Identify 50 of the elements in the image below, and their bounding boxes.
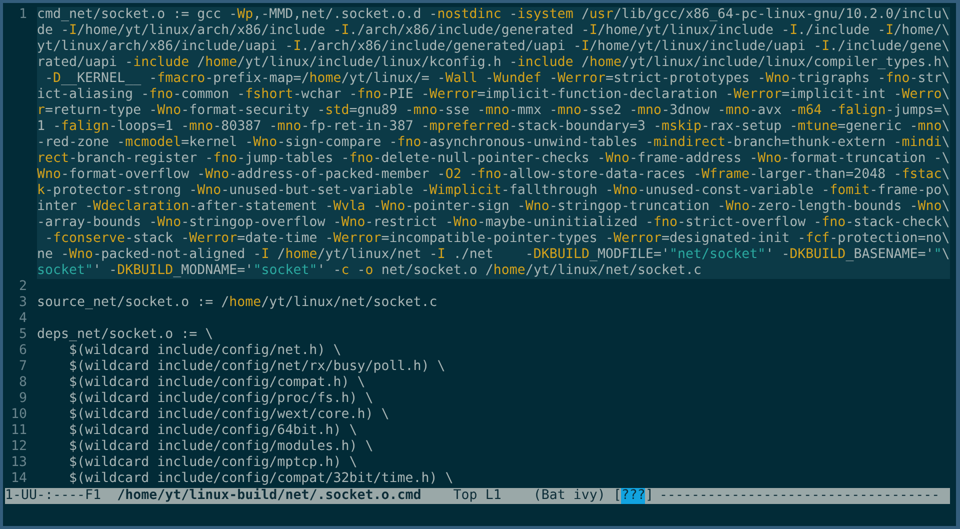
line-number: 14 — [10, 471, 28, 487]
code-text: ict-aliasing -fno-common -fshort-wchar -fno-PIE -Werror=implicit-function-declaration -Werror=implicit-int -Werro\ — [37, 87, 950, 103]
line-number: 12 — [10, 439, 28, 455]
code-text: $(wildcard include/config/wext/core.h) \ — [68, 407, 390, 423]
line-number: 4 — [18, 311, 28, 327]
code-text: source_net/socket.o := /home/yt/linux/net/socket.c — [37, 295, 438, 311]
code-text: k-protector-strong -Wno-unused-but-set-variable -Wimplicit-fallthrough -Wno-unused-const-variable -fomit-frame-po\ — [37, 183, 950, 199]
code-text: $(wildcard include/config/compat/32bit/time.h) \ — [68, 471, 454, 487]
code-text: rect-branch-register -fno-jump-tables -fno-delete-null-pointer-checks -Wno-frame-address -Wno-format-truncation -\ — [37, 151, 950, 167]
code-text: $(wildcard include/config/modules.h) \ — [68, 439, 374, 455]
line-number: 1 — [18, 7, 28, 23]
code-text: $(wildcard include/config/compat.h) \ — [68, 375, 366, 391]
bracket-text: [ — [613, 488, 622, 504]
cursor-position: Top L1 — [453, 488, 502, 504]
line-number: 6 — [18, 343, 28, 359]
code-text: -D__KERNEL__ -fmacro-prefix-map=/home/yt/linux/= -Wall -Wundef -Werror=strict-prototypes -Wno-trigraphs -fno-str\ — [44, 71, 950, 87]
code-text: de -I/home/yt/linux/arch/x86/include -I./arch/x86/include/generated -I/home/yt/linux/include -I./include -I/home/\ — [37, 23, 950, 39]
code-text: -red-zone -mcmodel=kernel -Wno-sign-compare -fno-asynchronous-unwind-tables -mindirect-branch=thunk-extern -mindi\ — [37, 135, 950, 151]
status-tag: ??? — [621, 488, 646, 504]
code-text: cmd_net/socket.o := gcc -Wp,-MMD,net/.socket.o.d -nostdinc -isystem /usr/lib/gcc/x86_64-pc-linux-gnu/10.2.0/inclu\ — [37, 7, 950, 23]
buffer-name: /home/yt/linux-build/net/.socket.o.cmd — [117, 488, 422, 504]
line-number: 7 — [18, 359, 28, 375]
line-number: 8 — [18, 375, 28, 391]
code-text: $(wildcard include/config/mptcp.h) \ — [68, 455, 358, 471]
code-text: r=return-type -Wno-format-security -std=gnu89 -mno-sse -mno-mmx -mno-sse2 -mno-3dnow -mno-avx -m64 -falign-jumps=\ — [37, 103, 950, 119]
code-text: rated/uapi -include /home/yt/linux/include/linux/kconfig.h -include /home/yt/linux/include/linux/compiler_types.h\ — [37, 55, 950, 71]
line-number: 13 — [10, 455, 28, 471]
code-text: -array-bounds -Wno-stringop-overflow -Wno-restrict -Wno-maybe-uninitialized -fno-strict-overflow -fno-stack-check\ — [37, 215, 950, 231]
code-text: $(wildcard include/config/net.h) \ — [68, 343, 342, 359]
code-text: 1 -falign-loops=1 -mno-80387 -mno-fp-ret-in-387 -mpreferred-stack-boundary=3 -mskip-rax-setup -mtune=generic -mno\ — [37, 119, 950, 135]
buffer-status: 1-UU-:----F1 — [5, 488, 102, 504]
line-number: 3 — [18, 295, 28, 311]
line-number: 11 — [10, 423, 28, 439]
code-text: yt/linux/arch/x86/include/uapi -I./arch/x86/include/generated/uapi -I/home/yt/linux/include/uapi -I./include/gene\ — [37, 39, 950, 55]
code-text: $(wildcard include/config/64bit.h) \ — [68, 423, 358, 439]
line-number: 10 — [10, 407, 28, 423]
line-number: 9 — [18, 391, 28, 407]
bracket-text: ] — [645, 488, 654, 504]
code-text: ne -Wno-packed-not-aligned -I /home/yt/linux/net -I ./net -DKBUILD_MODFILE='"net/socket"' -DKBUILD_BASENAME='"\ — [37, 247, 950, 263]
line-number: 5 — [18, 327, 28, 343]
code-text: inter -Wdeclaration-after-statement -Wvla -Wno-pointer-sign -Wno-stringop-truncation -Wno-zero-length-bounds -Wno\ — [37, 199, 950, 215]
code-text: $(wildcard include/config/proc/fs.h) \ — [68, 391, 374, 407]
code-text: -fconserve-stack -Werror=date-time -Werror=incompatible-pointer-types -Werror=designated-init -fcf-protection=no\ — [44, 231, 950, 247]
mode-line-fill: ----------------------------------- — [659, 488, 940, 504]
line-number: 2 — [18, 279, 28, 295]
code-text: $(wildcard include/config/net/rx/busy/poll.h) \ — [68, 359, 446, 375]
mode-list: (Bat ivy) — [533, 488, 606, 504]
code-text: Wno-format-overflow -Wno-address-of-packed-member -O2 -fno-allow-store-data-races -Wframe-larger-than=2048 -fstac\ — [37, 167, 950, 183]
code-text: socket"' -DKBUILD_MODNAME='"socket"' -c -o net/socket.o /home/yt/linux/net/socket.c — [37, 263, 703, 279]
code-text: deps_net/socket.o := \ — [37, 327, 214, 343]
